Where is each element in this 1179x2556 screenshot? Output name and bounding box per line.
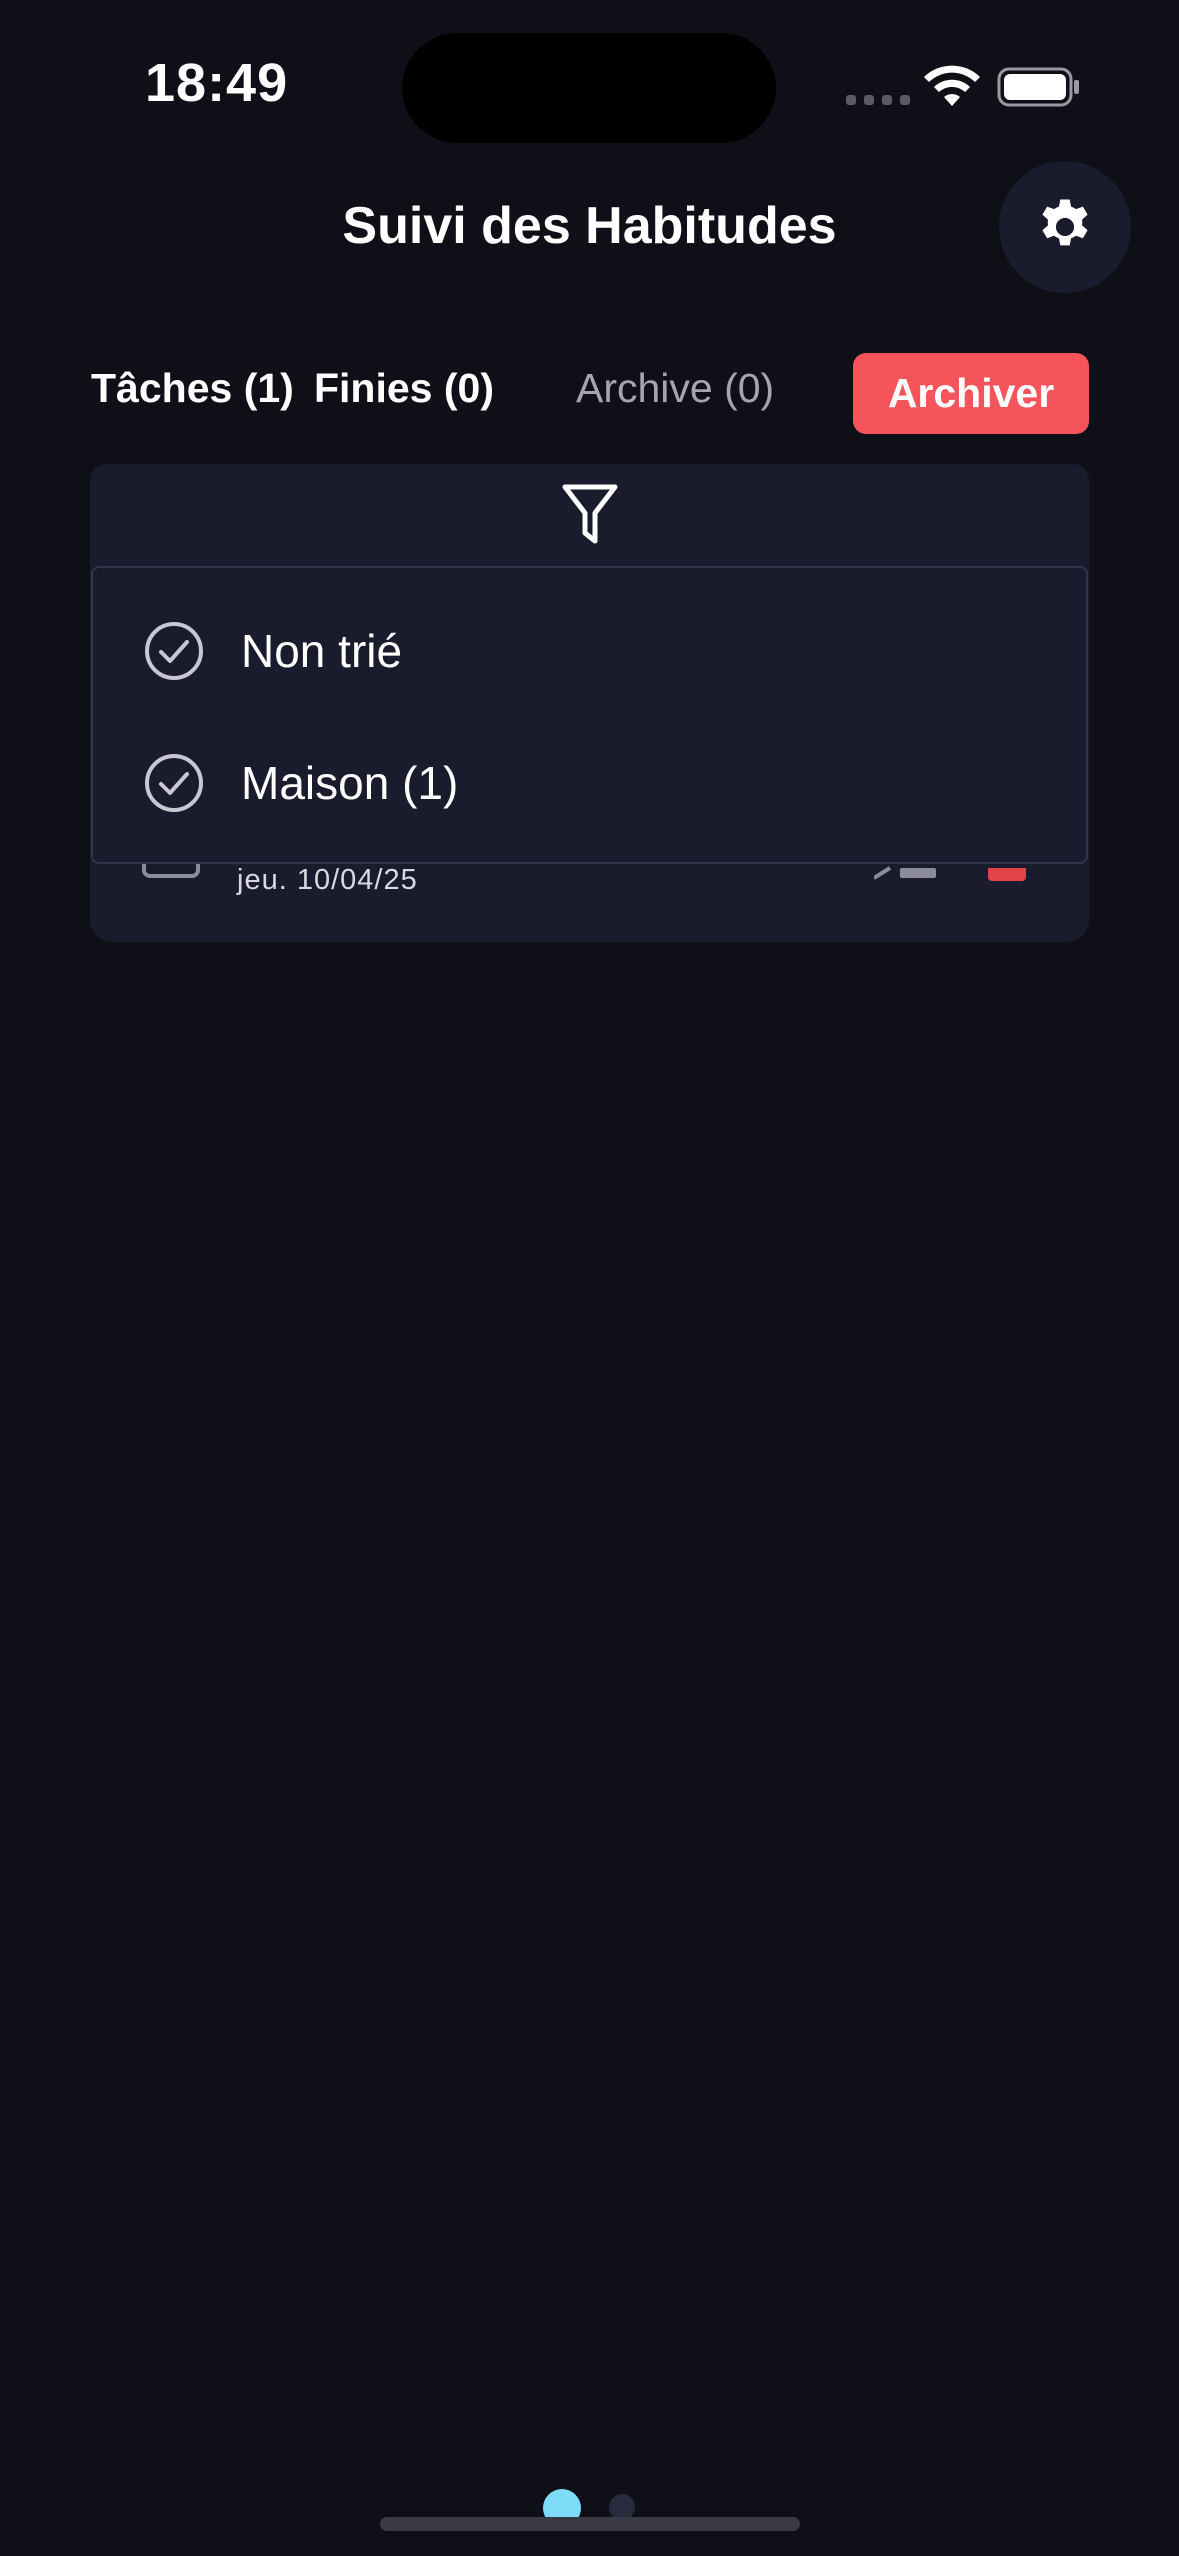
filter-option-label: Maison (1) (241, 757, 459, 809)
status-time: 18:49 (145, 53, 289, 113)
filter-option-label: Non trié (241, 625, 403, 677)
filter-option-non-trie[interactable]: Non trié (143, 611, 402, 691)
check-circle-icon (145, 622, 203, 680)
app-screen: 18:49 Suivi des Habitudes Tâches (1) Fin… (0, 0, 1179, 2556)
task-date: jeu. 10/04/25 (237, 864, 418, 896)
settings-button[interactable] (999, 161, 1131, 293)
gear-icon (1042, 199, 1088, 246)
filter-funnel-icon (562, 484, 617, 544)
wifi-icon (924, 65, 980, 106)
tab-finished[interactable]: Finies (0) (314, 365, 494, 412)
task-edit-icon[interactable] (874, 866, 936, 880)
cellular-signal-icon (846, 95, 910, 105)
check-circle-icon (145, 754, 203, 812)
task-delete-icon[interactable] (988, 868, 1026, 881)
dynamic-island (402, 33, 776, 143)
filter-option-maison[interactable]: Maison (1) (143, 743, 458, 823)
tab-tasks[interactable]: Tâches (1) (91, 365, 294, 412)
battery-icon (997, 67, 1079, 107)
archive-button[interactable]: Archiver (853, 353, 1089, 434)
tab-archive[interactable]: Archive (0) (576, 365, 774, 412)
filter-dropdown: Non trié Maison (1) (91, 566, 1088, 864)
home-indicator[interactable] (380, 2517, 800, 2531)
filter-bar[interactable] (90, 464, 1089, 566)
